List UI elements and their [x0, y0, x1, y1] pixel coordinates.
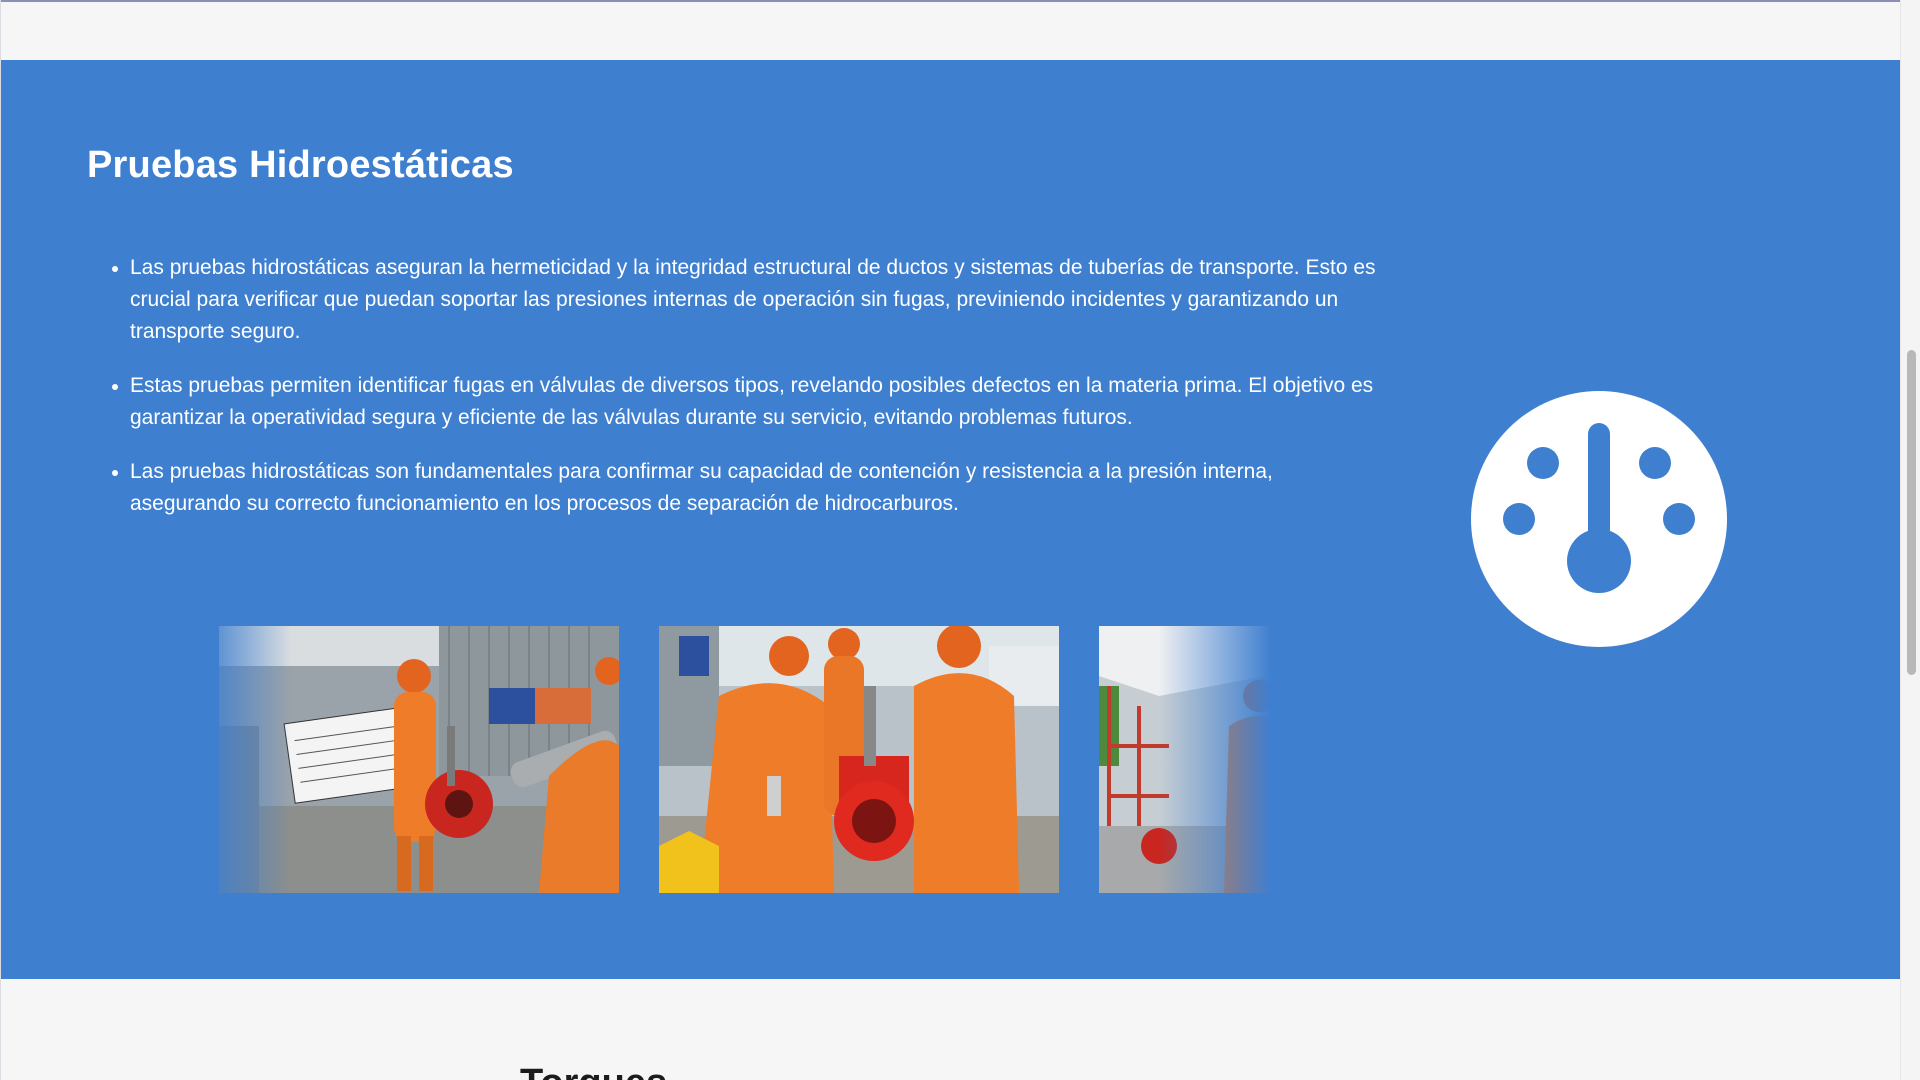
vertical-scrollbar[interactable]	[1900, 0, 1920, 1080]
bullet-item: Las pruebas hidrostáticas son fundamenta…	[111, 456, 1381, 520]
next-section-title: Torques	[520, 1062, 667, 1080]
top-divider	[0, 0, 1900, 2]
carousel-fade-right	[1159, 626, 1319, 894]
scrollbar-thumb[interactable]	[1907, 350, 1916, 675]
photo-red-valve-workers[interactable]	[659, 626, 1059, 893]
bullet-item: Las pruebas hidrostáticas aseguran la he…	[111, 252, 1381, 348]
photo-carousel[interactable]	[151, 626, 1319, 894]
bullet-list: Las pruebas hidrostáticas aseguran la he…	[111, 252, 1381, 542]
section-title: Pruebas Hidroestáticas	[87, 144, 514, 186]
hydrostatic-tests-section: Pruebas Hidroestáticas Las pruebas hidro…	[1, 60, 1900, 979]
gauge-icon	[1471, 391, 1727, 647]
carousel-fade-left	[151, 626, 291, 894]
bullet-item: Estas pruebas permiten identificar fugas…	[111, 370, 1381, 434]
